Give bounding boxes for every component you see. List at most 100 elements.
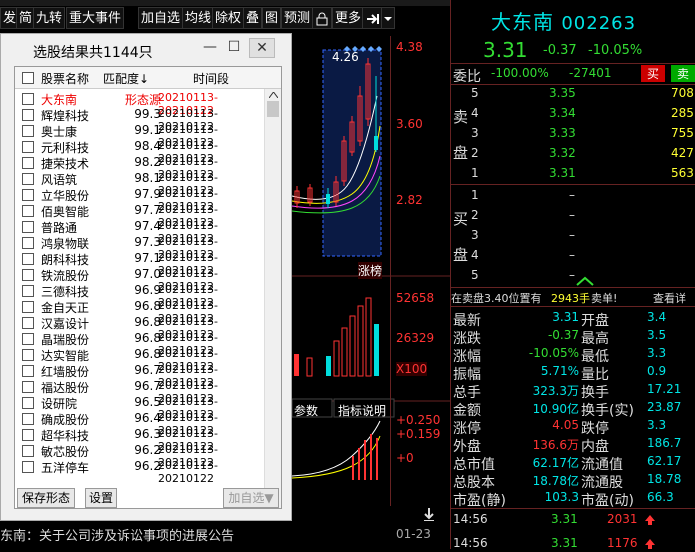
col-score-header[interactable]: 匹配度↓ [103, 70, 149, 87]
table-row[interactable]: 佰奥智能 97.7 20210113-20210122 [15, 203, 265, 229]
tab-params[interactable]: 参数 [294, 402, 318, 419]
row-checkbox[interactable] [22, 269, 34, 281]
divider [451, 306, 695, 307]
table-row[interactable]: 红墙股份 96.7 20210113-20210122 [15, 363, 265, 389]
arrow-up-icon [645, 539, 655, 549]
toolbar-overlay-button[interactable]: 叠 [243, 7, 263, 29]
kline-chart[interactable]: 4.38 3.60 2.82 4.26 涨榜 52658 26329 X100 … [292, 36, 450, 536]
news-headline[interactable]: 东南：关于公司涉及诉讼事项的进展公告 [0, 525, 234, 544]
stat-label: 总手 [453, 385, 481, 401]
stat-label: 最新 [453, 313, 481, 329]
table-row[interactable]: 朗科科技 97.1 20210113-20210122 [15, 251, 265, 277]
match-score-cell: 97.1 [134, 251, 161, 265]
row-checkbox[interactable] [22, 333, 34, 345]
table-row[interactable]: 福达股份 96.7 20210113-20210122 [15, 379, 265, 405]
arrow-up-icon [645, 515, 655, 525]
table-row[interactable]: 五洋停车 96.2 20210113-20210122 [15, 459, 265, 485]
news-ticker[interactable]: 东南：关于公司涉及诉讼事项的进展公告 01-23 [0, 521, 450, 549]
row-checkbox[interactable] [22, 109, 34, 121]
stat-value: 10.90亿 [532, 402, 579, 416]
row-checkbox[interactable] [22, 413, 34, 425]
row-checkbox[interactable] [22, 301, 34, 313]
row-checkbox[interactable] [22, 445, 34, 457]
match-score-cell: 96.5 [134, 395, 161, 409]
row-checkbox[interactable] [22, 317, 34, 329]
row-checkbox[interactable] [22, 205, 34, 217]
table-row[interactable]: 铁流股份 97.0 20210113-20210122 [15, 267, 265, 293]
table-scrollbar[interactable] [264, 89, 281, 508]
toolbar-ma-button[interactable]: 均线 [182, 7, 215, 29]
table-row[interactable]: 汉嘉设计 96.8 20210113-20210122 [15, 315, 265, 341]
table-row[interactable]: 普路通 97.4 20210113-20210122 [15, 219, 265, 245]
stat-label-2: 量比 [581, 367, 609, 383]
stock-title: 大东南 002263 [491, 6, 636, 35]
row-checkbox[interactable] [22, 397, 34, 409]
toolbar-chart-button[interactable]: 图 [262, 7, 282, 29]
toolbar-jiuzhuan-button[interactable]: 九转 [33, 7, 66, 29]
toolbar-exright-button[interactable]: 除权 [212, 7, 245, 29]
divider [451, 184, 695, 185]
row-checkbox[interactable] [22, 173, 34, 185]
toolbar-more-button[interactable]: 更多 [332, 7, 365, 29]
table-row[interactable]: 元利科技 98.4 20210113-20210122 [15, 139, 265, 165]
stock-name-cell: 奥士康 [41, 125, 78, 139]
table-row[interactable]: 三德科技 96.9 20210113-20210122 [15, 283, 265, 309]
row-checkbox[interactable] [22, 157, 34, 169]
toolbar-add-watchlist-button[interactable]: 加自选 [138, 7, 184, 29]
row-checkbox[interactable] [22, 461, 34, 473]
toolbar-major-events-button[interactable]: 重大事件 [66, 7, 125, 29]
row-checkbox[interactable] [22, 93, 34, 105]
table-row[interactable]: 奥士康 99.1 20210113-20210122 [15, 123, 265, 149]
row-checkbox[interactable] [22, 285, 34, 297]
table-row[interactable]: 晶瑞股份 96.8 20210113-20210122 [15, 331, 265, 357]
table-row[interactable]: 风语筑 98.1 20210113-20210122 [15, 171, 265, 197]
table-row[interactable]: 鸿泉物联 97.3 20210113-20210122 [15, 235, 265, 261]
row-checkbox[interactable] [22, 125, 34, 137]
col-name-header[interactable]: 股票名称 [41, 70, 89, 87]
row-checkbox[interactable] [22, 189, 34, 201]
row-checkbox[interactable] [22, 221, 34, 233]
scroll-thumb[interactable] [267, 101, 279, 117]
row-checkbox[interactable] [22, 381, 34, 393]
sell-button[interactable]: 卖 [671, 65, 695, 82]
minimize-button[interactable]: — [197, 38, 223, 58]
table-row[interactable]: 捷荣技术 98.2 20210113-20210122 [15, 155, 265, 181]
row-checkbox[interactable] [22, 429, 34, 441]
price-axis-high: 4.38 [396, 40, 423, 54]
lock-icon[interactable] [312, 7, 332, 29]
table-row[interactable]: 超华科技 96.3 20210113-20210122 [15, 427, 265, 453]
add-watchlist-dropdown[interactable]: 加自选▼ [223, 488, 279, 508]
row-checkbox[interactable] [22, 237, 34, 249]
chevron-down-icon[interactable] [381, 7, 395, 29]
stat-value-2: 17.21 [647, 382, 682, 396]
order-alert-link[interactable]: 查看详 [653, 290, 686, 306]
tab-indicator-help[interactable]: 指标说明 [338, 402, 386, 419]
scroll-up-icon[interactable] [269, 92, 278, 98]
select-all-checkbox[interactable] [22, 72, 34, 84]
collapse-up-icon[interactable] [573, 276, 597, 286]
maximize-button[interactable]: ☐ [221, 38, 247, 58]
table-row[interactable]: 敏芯股份 96.2 20210113-20210122 [15, 443, 265, 469]
stat-label: 外盘 [453, 439, 481, 455]
save-pattern-button[interactable]: 保存形态 [17, 488, 75, 508]
toolbar-forecast-button[interactable]: 预测 [281, 7, 314, 29]
table-row[interactable]: 立华股份 97.9 20210113-20210122 [15, 187, 265, 213]
stat-row: 总手 323.3万 换手 17.21 [451, 382, 695, 401]
table-row[interactable]: 设研院 96.5 20210113-20210122 [15, 395, 265, 421]
table-row[interactable]: 金自天正 96.8 20210113-20210122 [15, 299, 265, 325]
row-checkbox[interactable] [22, 141, 34, 153]
table-row[interactable]: 大东南 形态源 20210113-20210122 [15, 91, 265, 117]
row-checkbox[interactable] [22, 349, 34, 361]
col-period-header[interactable]: 时间段 [193, 70, 229, 87]
settings-button[interactable]: 设置 [85, 488, 117, 508]
stat-value: -0.37 [547, 328, 579, 342]
row-checkbox[interactable] [22, 253, 34, 265]
stat-row: 总市值 62.17亿 流通值 62.17 [451, 454, 695, 473]
buy-button[interactable]: 买 [641, 65, 666, 82]
close-button[interactable]: ✕ [249, 38, 275, 58]
row-checkbox[interactable] [22, 365, 34, 377]
table-row[interactable]: 达实智能 96.8 20210113-20210122 [15, 347, 265, 373]
table-row[interactable]: 辉煌科技 99.3 20210113-20210122 [15, 107, 265, 133]
stat-value: 62.17亿 [532, 456, 579, 470]
table-row[interactable]: 确成股份 96.4 20210113-20210122 [15, 411, 265, 437]
